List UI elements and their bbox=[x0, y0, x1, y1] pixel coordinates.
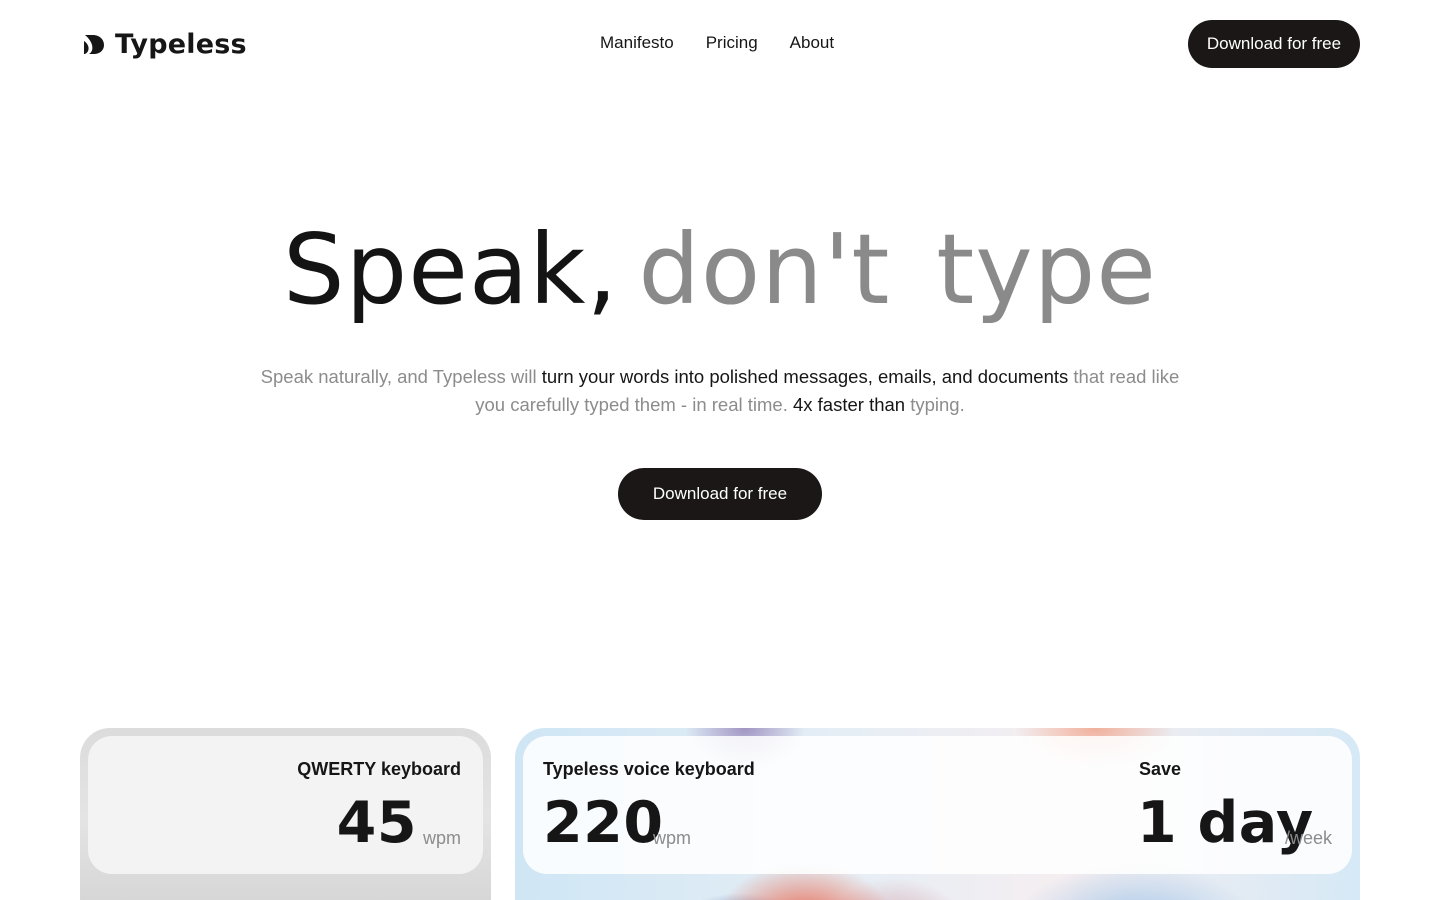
nav-link-manifesto[interactable]: Manifesto bbox=[600, 33, 674, 53]
header-download-button[interactable]: Download for free bbox=[1188, 20, 1360, 68]
nav-link-pricing[interactable]: Pricing bbox=[706, 33, 758, 53]
main-nav: Manifesto Pricing About bbox=[600, 33, 834, 53]
qwerty-stat-unit: wpm bbox=[422, 828, 461, 848]
site-header: Typeless Manifesto Pricing About Downloa… bbox=[0, 0, 1440, 88]
qwerty-stat-panel: QWERTY keyboard 45 wpm bbox=[88, 736, 483, 874]
typeless-logo-icon bbox=[84, 35, 104, 54]
qwerty-stat-value: 45 bbox=[336, 790, 417, 856]
landing-page: Typeless Manifesto Pricing About Downloa… bbox=[0, 0, 1440, 900]
hero-subtitle-part1: Speak naturally, and Typeless will bbox=[260, 366, 537, 387]
hero-subtitle: Speak naturally, and Typeless will turn … bbox=[260, 363, 1180, 419]
hero-title-emphasis: Speak, bbox=[283, 213, 619, 326]
nav-link-about[interactable]: About bbox=[790, 33, 834, 53]
hero-download-button[interactable]: Download for free bbox=[618, 468, 822, 520]
save-stat-label: Save bbox=[1139, 759, 1182, 779]
hero-title: Speak, don't type bbox=[0, 210, 1440, 330]
save-stat-unit: /week bbox=[1284, 828, 1332, 848]
hero-subtitle-highlight1: turn your words into polished messages, … bbox=[541, 366, 1069, 387]
brand-name: Typeless bbox=[115, 28, 247, 60]
typeless-stat-unit: wpm bbox=[653, 828, 692, 848]
typeless-stat-card: Typeless voice keyboard 220 wpm Save 1 d… bbox=[515, 728, 1360, 900]
typeless-stat-value: 220 bbox=[543, 790, 664, 856]
qwerty-stat-card: QWERTY keyboard 45 wpm bbox=[80, 728, 491, 900]
typeless-stat-label: Typeless voice keyboard bbox=[543, 759, 755, 779]
hero-subtitle-part5: typing. bbox=[910, 394, 965, 415]
hero-subtitle-highlight2: 4x faster than bbox=[792, 394, 906, 415]
brand-logo[interactable]: Typeless bbox=[82, 28, 247, 60]
qwerty-stat-label: QWERTY keyboard bbox=[297, 759, 461, 779]
hero-title-muted: don't type bbox=[638, 213, 1157, 326]
typeless-stat-panel: Typeless voice keyboard 220 wpm Save 1 d… bbox=[523, 736, 1352, 874]
